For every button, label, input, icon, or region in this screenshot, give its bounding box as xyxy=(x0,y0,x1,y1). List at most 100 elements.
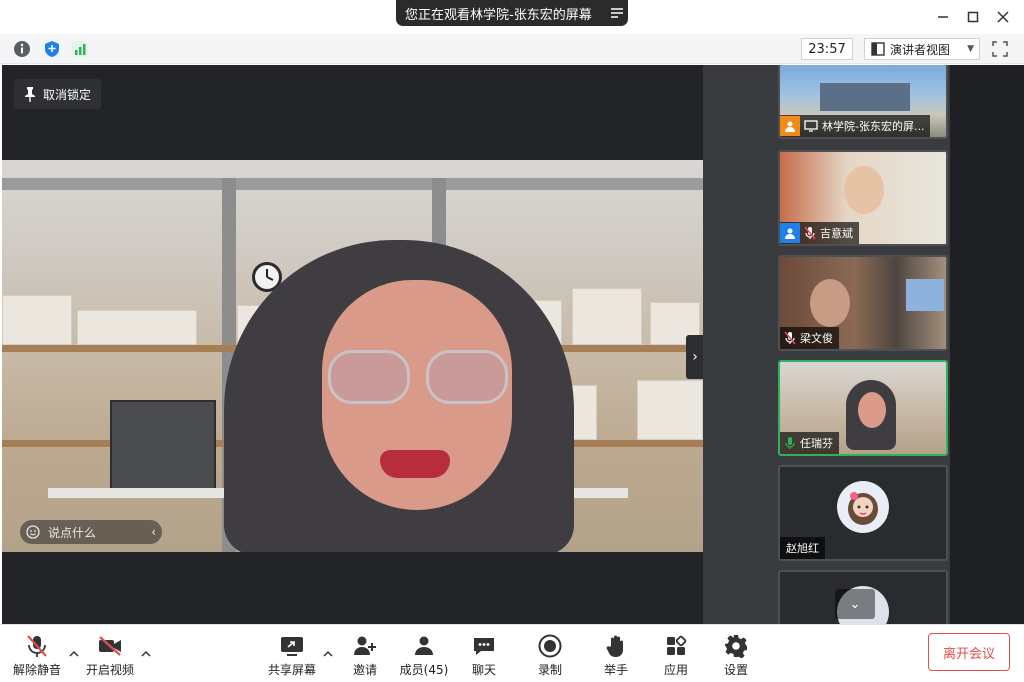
computer-monitor xyxy=(110,400,216,492)
meeting-info-bar: 23:57 演讲者视图 ▼ xyxy=(0,34,1024,64)
unmute-label: 解除静音 xyxy=(12,663,61,677)
mic-active-icon xyxy=(785,437,795,449)
leave-meeting-button[interactable]: 离开会议 xyxy=(928,633,1010,671)
avatar xyxy=(837,481,889,533)
unpin-label: 取消锁定 xyxy=(43,87,92,102)
participant-namebar: 林学院-张东宏的屏... xyxy=(780,115,931,137)
apps-button[interactable]: 应用 xyxy=(644,633,708,679)
speaker-mouth xyxy=(380,450,450,478)
background-window xyxy=(906,279,944,311)
participant-tile[interactable]: 林学院-张东宏的屏... xyxy=(778,65,948,139)
close-button[interactable] xyxy=(992,6,1014,28)
participant-name: 林学院-张东宏的屏... xyxy=(822,120,925,133)
share-screen-button[interactable]: 共享屏幕 xyxy=(260,633,324,679)
window-title: 您正在观看林学院-张东宏的屏幕 xyxy=(405,7,592,23)
participant-name: 任瑞芬 xyxy=(800,437,833,450)
record-button[interactable]: 录制 xyxy=(518,633,582,679)
participant-tile[interactable]: 赵旭红 xyxy=(778,465,948,561)
participant-face xyxy=(844,166,884,214)
apps-label: 应用 xyxy=(663,663,688,677)
book-stack xyxy=(637,380,703,440)
chevron-left-icon[interactable]: ‹ xyxy=(151,525,156,539)
settings-button[interactable]: 设置 xyxy=(704,633,768,679)
invite-button[interactable]: 邀请 xyxy=(333,633,397,679)
quick-chat-input[interactable]: 说点什么 ‹ xyxy=(20,520,162,544)
participant-namebar: 赵旭红 xyxy=(780,537,825,559)
members-icon xyxy=(411,633,437,659)
pin-icon xyxy=(25,87,35,102)
members-label: 成员(45) xyxy=(399,663,449,677)
main-video-stage[interactable]: 取消锁定 说点什么 ‹ › xyxy=(2,65,703,624)
book-stack xyxy=(77,310,197,345)
video-options-caret-icon[interactable] xyxy=(139,647,153,661)
mic-muted-icon xyxy=(804,226,816,240)
record-label: 录制 xyxy=(537,663,562,677)
collapse-sidebar-button[interactable]: › xyxy=(686,335,703,379)
book-stack xyxy=(572,288,642,345)
minimize-button[interactable] xyxy=(932,6,954,28)
record-icon xyxy=(537,633,563,659)
view-mode-label: 演讲者视图 xyxy=(890,42,951,57)
gear-icon xyxy=(723,633,749,659)
speaker-glasses xyxy=(328,350,508,406)
close-icon xyxy=(997,11,1009,23)
participant-tile-active[interactable]: 任瑞芬 xyxy=(778,360,948,456)
menu-lines-icon[interactable] xyxy=(606,7,628,19)
chevron-right-icon: › xyxy=(692,349,698,365)
scroll-down-button[interactable]: ⌄ xyxy=(835,589,875,619)
participant-name: 赵旭红 xyxy=(786,542,819,555)
chat-label: 聊天 xyxy=(471,663,496,677)
speaker-view-icon xyxy=(871,42,885,56)
mic-muted-icon xyxy=(784,331,796,345)
start-video-button[interactable]: 开启视频 xyxy=(78,633,142,679)
shared-screen-thumbnail xyxy=(820,83,910,111)
signal-strength-icon[interactable] xyxy=(70,39,90,59)
user-icon xyxy=(780,223,800,243)
participant-namebar: 任瑞芬 xyxy=(780,432,839,454)
security-shield-icon[interactable] xyxy=(42,39,62,59)
maximize-button[interactable] xyxy=(962,6,984,28)
participant-gallery[interactable]: 林学院-张东宏的屏... 吉意斌 梁文俊 任瑞芬 赵旭红 ⌄ xyxy=(703,65,950,624)
start-video-label: 开启视频 xyxy=(85,663,134,677)
user-icon xyxy=(780,116,800,136)
participant-face xyxy=(858,392,886,428)
hand-icon xyxy=(603,633,629,659)
raise-hand-label: 举手 xyxy=(603,663,628,677)
meeting-toolbar: 解除静音 开启视频 共享屏幕 邀请 成员(45) 聊天 录制 举手 应用 设置 … xyxy=(0,624,1024,682)
unmute-button[interactable]: 解除静音 xyxy=(5,633,69,679)
info-icon[interactable] xyxy=(12,39,32,59)
participant-tile[interactable]: 梁文俊 xyxy=(778,255,948,351)
mic-muted-icon xyxy=(24,633,50,659)
participant-namebar: 梁文俊 xyxy=(780,327,839,349)
title-bar: 您正在观看林学院-张东宏的屏幕 xyxy=(0,0,1024,34)
sidebar-gutter xyxy=(950,65,1024,624)
storage-box xyxy=(2,295,72,345)
participant-namebar: 吉意斌 xyxy=(780,222,859,244)
unpin-button[interactable]: 取消锁定 xyxy=(14,79,102,109)
apps-grid-icon xyxy=(663,633,689,659)
participant-tile[interactable]: 吉意斌 xyxy=(778,150,948,246)
invite-label: 邀请 xyxy=(352,663,377,677)
settings-label: 设置 xyxy=(723,663,748,677)
maximize-icon xyxy=(967,11,979,23)
speaker-video xyxy=(2,160,703,552)
minimize-icon xyxy=(938,16,948,18)
share-screen-icon xyxy=(279,633,305,659)
shelf-rail xyxy=(2,178,703,190)
caret-down-icon: ▼ xyxy=(967,44,974,54)
members-button[interactable]: 成员(45) xyxy=(392,633,456,679)
participant-name: 吉意斌 xyxy=(820,227,853,240)
view-mode-dropdown[interactable]: 演讲者视图 ▼ xyxy=(864,38,980,60)
chat-button[interactable]: 聊天 xyxy=(452,633,516,679)
fullscreen-icon[interactable] xyxy=(990,39,1010,59)
screen-share-icon xyxy=(804,120,818,132)
viewing-banner[interactable]: 您正在观看林学院-张东宏的屏幕 xyxy=(396,0,628,26)
video-off-icon xyxy=(97,633,123,659)
emoji-icon xyxy=(26,525,40,539)
raise-hand-button[interactable]: 举手 xyxy=(584,633,648,679)
participant-face xyxy=(810,279,850,327)
chevron-down-icon: ⌄ xyxy=(849,596,861,612)
participant-name: 梁文俊 xyxy=(800,332,833,345)
share-screen-label: 共享屏幕 xyxy=(267,663,316,677)
meeting-timer: 23:57 xyxy=(801,38,853,60)
